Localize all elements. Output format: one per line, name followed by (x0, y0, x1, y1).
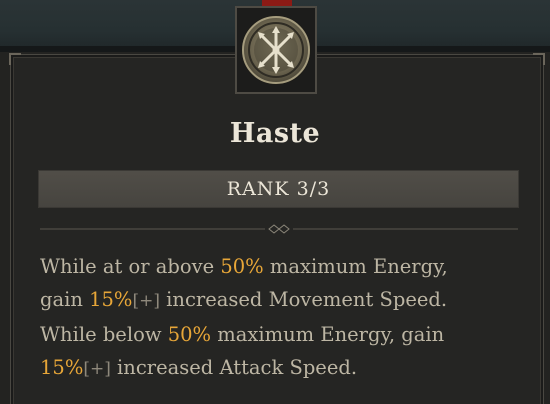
description-text: maximum Energy, gain (211, 323, 445, 346)
bonus-indicator: [+] (132, 291, 160, 311)
attack-speed-value: 15% (40, 356, 84, 379)
energy-threshold-value: 50% (220, 255, 264, 278)
description-text: While at or above (40, 255, 221, 278)
panel-corner-ornament (533, 53, 545, 65)
description-text: increased Movement Speed. (159, 288, 448, 311)
movement-speed-value: 15% (89, 288, 133, 311)
description-text: maximum Energy, (263, 255, 448, 278)
skill-title: Haste (229, 118, 321, 149)
haste-skill-icon (241, 15, 311, 85)
tooltip-screen: Haste RANK 3/3 While at or above 50% max… (0, 0, 550, 404)
description-line: gain 15%[+] increased Movement Speed. (40, 283, 530, 318)
description-text: gain (40, 288, 90, 311)
section-divider (40, 224, 518, 234)
skill-description: While at or above 50% maximum Energy, ga… (40, 250, 530, 386)
description-line: 15%[+] increased Attack Speed. (40, 351, 530, 386)
description-line: While below 50% maximum Energy, gain (40, 318, 530, 351)
description-text: While below (40, 323, 168, 346)
bonus-indicator: [+] (83, 359, 111, 379)
rank-bar: RANK 3/3 (38, 170, 519, 208)
energy-threshold-value: 50% (167, 323, 212, 346)
description-line: While at or above 50% maximum Energy, (40, 250, 530, 283)
description-text: increased Attack Speed. (110, 356, 358, 379)
panel-corner-ornament (9, 53, 21, 65)
rank-label: RANK 3/3 (226, 178, 331, 200)
